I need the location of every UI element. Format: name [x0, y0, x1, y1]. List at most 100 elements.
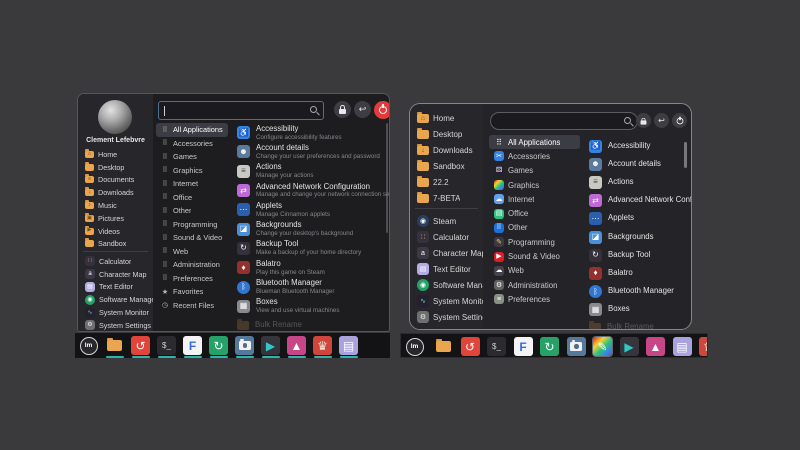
sidebar-launcher-system-settings[interactable]: ⚙System Settings [410, 309, 483, 325]
category-recent-files[interactable]: ◷Recent Files [156, 299, 228, 313]
power-button[interactable] [672, 113, 687, 128]
category-graphics[interactable]: Graphics [489, 178, 580, 192]
app-item-partial[interactable]: Bulk Rename [583, 319, 685, 330]
category-other[interactable]: ⠿Other [489, 221, 580, 235]
taskbar-red-swirl-app-icon[interactable]: ↺ [131, 336, 150, 355]
category-games[interactable]: ⠿Games [156, 150, 228, 164]
category-office[interactable]: ⠿Office [156, 191, 228, 205]
taskbar-file-manager-icon[interactable] [105, 336, 124, 355]
scrollbar[interactable] [386, 123, 388, 233]
category-all-applications[interactable]: ⠿All Applications [156, 123, 228, 137]
taskbar-sync-app-icon[interactable]: ↻ [540, 337, 559, 356]
sidebar-launcher-system-settings[interactable]: ⚙System Settings [78, 319, 153, 332]
sidebar-place-home[interactable]: ⌂Home [410, 110, 483, 126]
app-item-advanced-network-configuration[interactable]: ⇄Advanced Network ConfigurationManage an… [231, 181, 386, 200]
logout-button[interactable]: ↩ [354, 101, 371, 118]
category-administration[interactable]: ⚙Administration [489, 278, 580, 292]
app-item-boxes[interactable]: ▦BoxesView and use virtual machines [231, 297, 386, 316]
taskbar-terminal-icon[interactable]: $_ [487, 337, 506, 356]
taskbar-camera-icon[interactable] [235, 336, 254, 355]
sidebar-launcher-calculator[interactable]: ∷Calculator [410, 229, 483, 245]
category-accessories[interactable]: ⠿Accessories [156, 137, 228, 151]
lock-button[interactable] [334, 101, 351, 118]
app-item-partial[interactable]: Bulk Rename [231, 316, 386, 332]
app-item-balatro[interactable]: ♦BalatroPlay this game on Steam [231, 258, 386, 277]
app-item-bluetooth-manager[interactable]: ᛒBluetooth ManagerBlueman Bluetooth Mana… [231, 277, 386, 296]
category-sound-video[interactable]: ▶Sound & Video [489, 249, 580, 263]
category-programming[interactable]: ✎Programming [489, 235, 580, 249]
category-preferences[interactable]: ⠿Preferences [156, 272, 228, 286]
app-item-backup-tool[interactable]: ↻Backup Tool [583, 246, 685, 264]
search-input[interactable] [158, 101, 324, 120]
sidebar-launcher-software-manager[interactable]: ◉Software Manager [78, 293, 153, 306]
category-administration[interactable]: ⠿Administration [156, 258, 228, 272]
app-item-boxes[interactable]: ▦Boxes [583, 301, 685, 319]
sidebar-launcher-text-editor[interactable]: ▤Text Editor [410, 261, 483, 277]
app-item-actions[interactable]: ≡Actions [583, 173, 685, 191]
sidebar-launcher-calculator[interactable]: ∷Calculator [78, 255, 153, 268]
taskbar-card-game-icon[interactable]: ♛ [699, 337, 708, 356]
scrollbar[interactable] [684, 142, 687, 168]
category-web[interactable]: ⠿Web [156, 245, 228, 259]
category-office[interactable]: ▤Office [489, 206, 580, 220]
sidebar-launcher-text-editor[interactable]: ▤Text Editor [78, 281, 153, 294]
app-item-account-details[interactable]: ☻Account details [583, 155, 685, 173]
app-item-advanced-network-configuration[interactable]: ⇄Advanced Network Configuration [583, 192, 685, 210]
sidebar-launcher-system-monitor[interactable]: ∿System Monitor [410, 293, 483, 309]
category-accessories[interactable]: ✂Accessories [489, 149, 580, 163]
taskbar-paper-plane-icon[interactable]: ▶ [261, 336, 280, 355]
taskbar-paintbrush-icon[interactable]: ✎ [593, 337, 612, 356]
sidebar-place-music[interactable]: ♪Music [78, 199, 153, 212]
logout-button[interactable]: ↩ [654, 113, 669, 128]
taskbar-file-manager-icon[interactable] [434, 337, 453, 356]
sidebar-place-sandbox[interactable]: Sandbox [410, 158, 483, 174]
app-item-backgrounds[interactable]: ◪BackgroundsChange your desktop's backgr… [231, 219, 386, 238]
sidebar-place-7-beta[interactable]: 7-BETA [410, 190, 483, 206]
sidebar-launcher-character-map[interactable]: aCharacter Map [410, 245, 483, 261]
power-button[interactable] [374, 101, 390, 119]
sidebar-place-desktop[interactable]: Desktop [78, 161, 153, 174]
category-preferences[interactable]: ≡Preferences [489, 292, 580, 306]
taskbar-sync-app-icon[interactable]: ↻ [209, 336, 228, 355]
taskbar-photos-icon[interactable]: ▲ [646, 337, 665, 356]
taskbar-paper-plane-icon[interactable]: ▶ [620, 337, 639, 356]
sidebar-place-home[interactable]: ⌂Home [78, 148, 153, 161]
app-item-applets[interactable]: ⋯AppletsManage Cinnamon applets [231, 200, 386, 219]
sidebar-place-desktop[interactable]: Desktop [410, 126, 483, 142]
user-avatar[interactable] [98, 100, 132, 134]
taskbar-terminal-icon[interactable]: $_ [157, 336, 176, 355]
mint-menu-button[interactable]: lm [79, 336, 98, 355]
sidebar-place-pictures[interactable]: ▣Pictures [78, 212, 153, 225]
category-graphics[interactable]: ⠿Graphics [156, 164, 228, 178]
category-programming[interactable]: ⠿Programming [156, 218, 228, 232]
sidebar-place-videos[interactable]: ▶Videos [78, 225, 153, 238]
app-item-balatro[interactable]: ♦Balatro [583, 264, 685, 282]
sidebar-place-documents[interactable]: ≡Documents [78, 174, 153, 187]
app-item-accessibility[interactable]: ♿Accessibility [583, 137, 685, 155]
app-item-accessibility[interactable]: ♿AccessibilityConfigure accessibility fe… [231, 123, 386, 142]
app-item-actions[interactable]: ≡ActionsManage your actions [231, 162, 386, 181]
app-item-bluetooth-manager[interactable]: ᛒBluetooth Manager [583, 283, 685, 301]
app-item-applets[interactable]: ⋯Applets [583, 210, 685, 228]
taskbar-text-document-icon[interactable]: ▤ [673, 337, 692, 356]
sidebar-place-downloads[interactable]: ↓Downloads [78, 186, 153, 199]
app-item-account-details[interactable]: ☻Account detailsChange your user prefere… [231, 142, 386, 161]
category-internet[interactable]: ☁Internet [489, 192, 580, 206]
sidebar-place-22-2[interactable]: 22.2 [410, 174, 483, 190]
taskbar-flathub-icon[interactable]: F [514, 337, 533, 356]
taskbar-camera-icon[interactable] [567, 337, 586, 356]
search-input[interactable] [490, 112, 638, 130]
sidebar-launcher-character-map[interactable]: aCharacter Map [78, 268, 153, 281]
taskbar-photos-icon[interactable]: ▲ [287, 336, 306, 355]
taskbar-card-game-icon[interactable]: ♛ [313, 336, 332, 355]
category-sound-video[interactable]: ⠿Sound & Video [156, 231, 228, 245]
sidebar-launcher-software-manager[interactable]: ◉Software Manager [410, 277, 483, 293]
mint-menu-button[interactable]: lm [405, 337, 424, 356]
sidebar-place-downloads[interactable]: ↓Downloads [410, 142, 483, 158]
app-item-backup-tool[interactable]: ↻Backup ToolMake a backup of your home d… [231, 239, 386, 258]
app-item-backgrounds[interactable]: ◪Backgrounds [583, 228, 685, 246]
category-web[interactable]: ☁Web [489, 264, 580, 278]
category-internet[interactable]: ⠿Internet [156, 177, 228, 191]
category-other[interactable]: ⠿Other [156, 204, 228, 218]
sidebar-launcher-system-monitor[interactable]: ∿System Monitor [78, 306, 153, 319]
